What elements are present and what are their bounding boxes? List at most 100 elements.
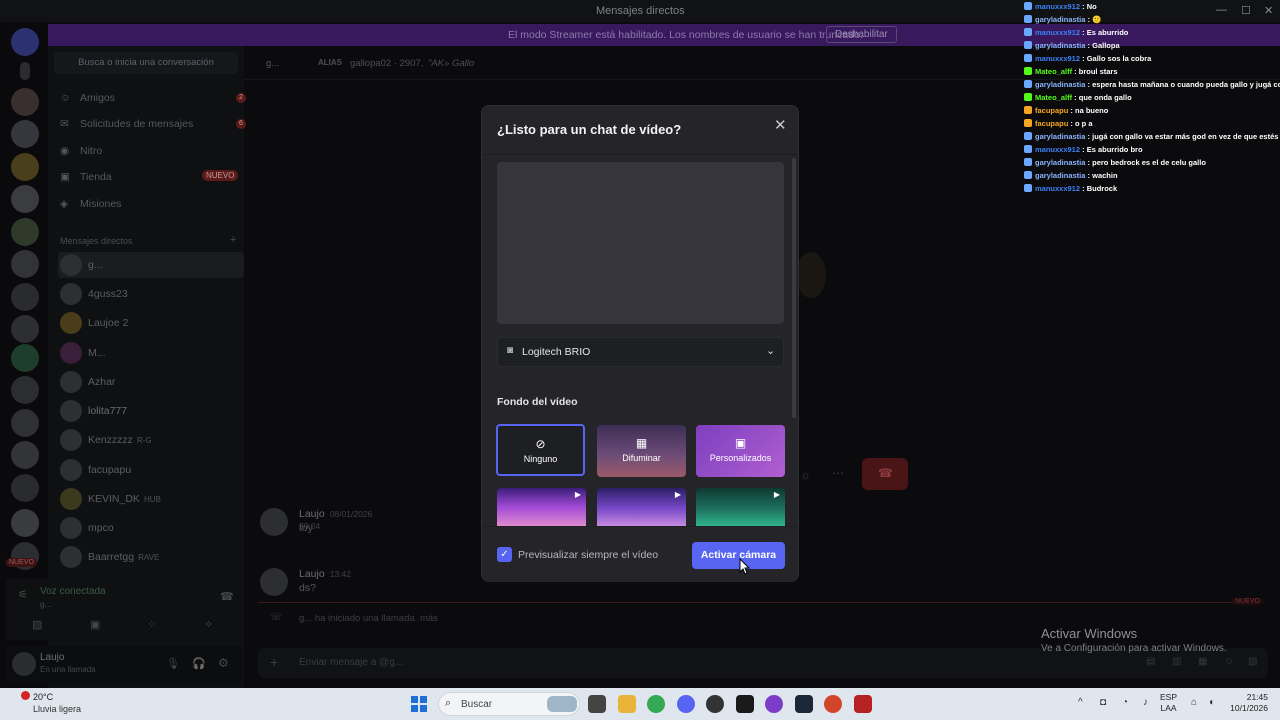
avatar <box>60 517 82 539</box>
dm-item[interactable]: 4guss23 <box>58 281 244 307</box>
bg-option-none[interactable]: ⊘ Ninguno <box>496 424 585 476</box>
server-icon[interactable] <box>11 88 39 116</box>
always-preview-checkbox[interactable]: ✓ <box>497 547 512 562</box>
server-icon[interactable] <box>11 120 39 148</box>
bg-option-custom[interactable]: ▣ Personalizados <box>696 425 785 477</box>
close-icon[interactable]: ✕ <box>774 116 787 134</box>
soundboard-icon[interactable]: ✧ <box>204 618 213 631</box>
effects-icon[interactable]: ☼ <box>800 468 811 482</box>
gif-icon[interactable]: ▥ <box>1172 656 1181 667</box>
bg-thumbnail[interactable]: ▶ <box>696 488 785 526</box>
disconnect-icon[interactable]: ☎ <box>220 590 234 603</box>
server-icon[interactable] <box>11 376 39 404</box>
nav-friends[interactable]: ☺ Amigos 2 <box>60 92 246 104</box>
mic-tray-icon[interactable]: ♪ <box>1143 697 1148 708</box>
gift-icon[interactable]: ▤ <box>1146 656 1155 667</box>
dm-item[interactable]: Baarretgg RAVE <box>58 544 244 570</box>
server-icon[interactable] <box>11 344 39 372</box>
cursor-icon <box>739 558 751 575</box>
gear-icon[interactable]: ⚙ <box>218 656 229 670</box>
dm-item[interactable]: g... <box>58 252 244 278</box>
add-attachment-icon[interactable]: + <box>270 654 278 670</box>
server-icon[interactable] <box>11 509 39 537</box>
server-icon[interactable] <box>11 250 39 278</box>
server-icon[interactable] <box>11 409 39 437</box>
dm-item[interactable]: Azhar <box>58 369 244 395</box>
bg-thumbnail[interactable]: ▶ <box>597 488 686 526</box>
dm-home-icon[interactable] <box>11 28 39 56</box>
tray-icon[interactable]: ◘ <box>1100 697 1106 708</box>
tray-icon[interactable]: ◔ <box>1122 697 1128 708</box>
chat-message: que onda gallo <box>1078 93 1132 102</box>
weather-temp[interactable]: 20°C <box>33 692 53 702</box>
chat-line: manuxxx912 : Es aburrido bro <box>1024 143 1280 156</box>
tray-chevron-icon[interactable]: ^ <box>1078 697 1083 708</box>
network-icon[interactable]: ⌂ <box>1191 697 1197 708</box>
dm-item[interactable]: lolita777 <box>58 398 244 424</box>
clock[interactable]: 21:45 10/1/2026 <box>1226 692 1268 714</box>
avatar[interactable] <box>12 652 36 676</box>
server-icon[interactable] <box>11 441 39 469</box>
weather-desc[interactable]: Lluvia ligera <box>33 704 81 714</box>
bg-thumbnail[interactable]: ▶ <box>497 488 586 526</box>
chat-line: garyladinastia : pero bedrock es el de c… <box>1024 156 1280 169</box>
steam-icon[interactable] <box>795 695 813 713</box>
task-view-icon[interactable] <box>588 695 606 713</box>
nav-message-requests[interactable]: ✉ Solicitudes de mensajes 6 <box>60 118 246 130</box>
volume-icon[interactable]: ◖ <box>1208 697 1214 708</box>
dm-item[interactable]: KEVIN_DK HUB <box>58 486 244 512</box>
discord-taskbar-icon[interactable] <box>677 695 695 713</box>
stream-chat-overlay: manuxxx912 : No garyladinastia : 🙂 manuxxx… <box>1024 0 1280 195</box>
modal-scrollbar[interactable] <box>792 158 796 418</box>
taskbar-search[interactable]: ⌕ Buscar <box>438 692 580 716</box>
windows-start-icon[interactable] <box>411 696 427 712</box>
server-icon[interactable] <box>11 283 39 311</box>
camera-select[interactable]: ◙ Logitech BRIO ⌄ <box>497 337 784 367</box>
avatar <box>60 254 82 276</box>
dm-search-input[interactable]: Busca o inicia una conversación <box>54 52 238 74</box>
sticker-icon[interactable]: ▦ <box>1198 656 1207 667</box>
nav-nitro[interactable]: ◉ Nitro <box>60 145 102 157</box>
activities-icon[interactable]: ⁘ <box>147 618 156 631</box>
app-icon[interactable] <box>736 695 754 713</box>
server-icon[interactable] <box>11 218 39 246</box>
app-icon[interactable] <box>706 695 724 713</box>
video-chat-modal: ¿Listo para un chat de vídeo? ✕ ◙ Logite… <box>481 105 799 582</box>
dm-item[interactable]: Kenzzzzz R-G <box>58 427 244 453</box>
bg-option-blur[interactable]: ▦ Difuminar <box>597 425 686 477</box>
avatar <box>260 568 288 596</box>
nav-quests[interactable]: ◈ Misiones <box>60 198 121 210</box>
chrome-icon[interactable] <box>647 695 665 713</box>
apps-icon[interactable]: ▧ <box>1248 656 1257 667</box>
screen-share-icon[interactable]: ▣ <box>90 618 100 631</box>
friends-icon: ☺ <box>60 92 71 104</box>
nav-shop[interactable]: ▣ Tienda NUEVO <box>60 170 239 183</box>
always-preview-label: Previsualizar siempre el vídeo <box>518 549 659 561</box>
avatar <box>60 342 82 364</box>
server-icon[interactable] <box>11 185 39 213</box>
mic-icon[interactable]: 🎙 <box>166 657 180 670</box>
server-icon[interactable] <box>11 153 39 181</box>
app-icon[interactable] <box>854 695 872 713</box>
server-icon[interactable] <box>20 62 30 80</box>
platform-icon <box>1024 184 1032 192</box>
app-icon[interactable] <box>824 695 842 713</box>
server-icon[interactable] <box>11 315 39 343</box>
dm-item[interactable]: mpco <box>58 515 244 541</box>
more-icon[interactable]: ⋯ <box>832 466 844 480</box>
dm-item[interactable]: Laujoe 2 <box>58 310 244 336</box>
hangup-button[interactable]: ☎ <box>862 458 908 490</box>
dm-item[interactable]: M... <box>58 340 244 366</box>
server-icon[interactable] <box>11 474 39 502</box>
dm-item[interactable]: facupapu <box>58 457 244 483</box>
app-icon[interactable] <box>765 695 783 713</box>
file-explorer-icon[interactable] <box>618 695 636 713</box>
disable-streamer-button[interactable]: Deshabilitar <box>826 26 897 43</box>
language-indicator[interactable]: ESP LAA <box>1160 692 1177 714</box>
chat-user: garyladinastia <box>1035 158 1086 167</box>
banner-message: El modo Streamer está habilitado. Los no… <box>508 29 863 41</box>
add-dm-icon[interactable]: + <box>230 234 236 246</box>
camera-off-icon[interactable]: ▨ <box>32 618 42 631</box>
emoji-icon[interactable]: ☺ <box>1224 656 1234 667</box>
headphones-icon[interactable]: 🎧 <box>192 657 206 670</box>
